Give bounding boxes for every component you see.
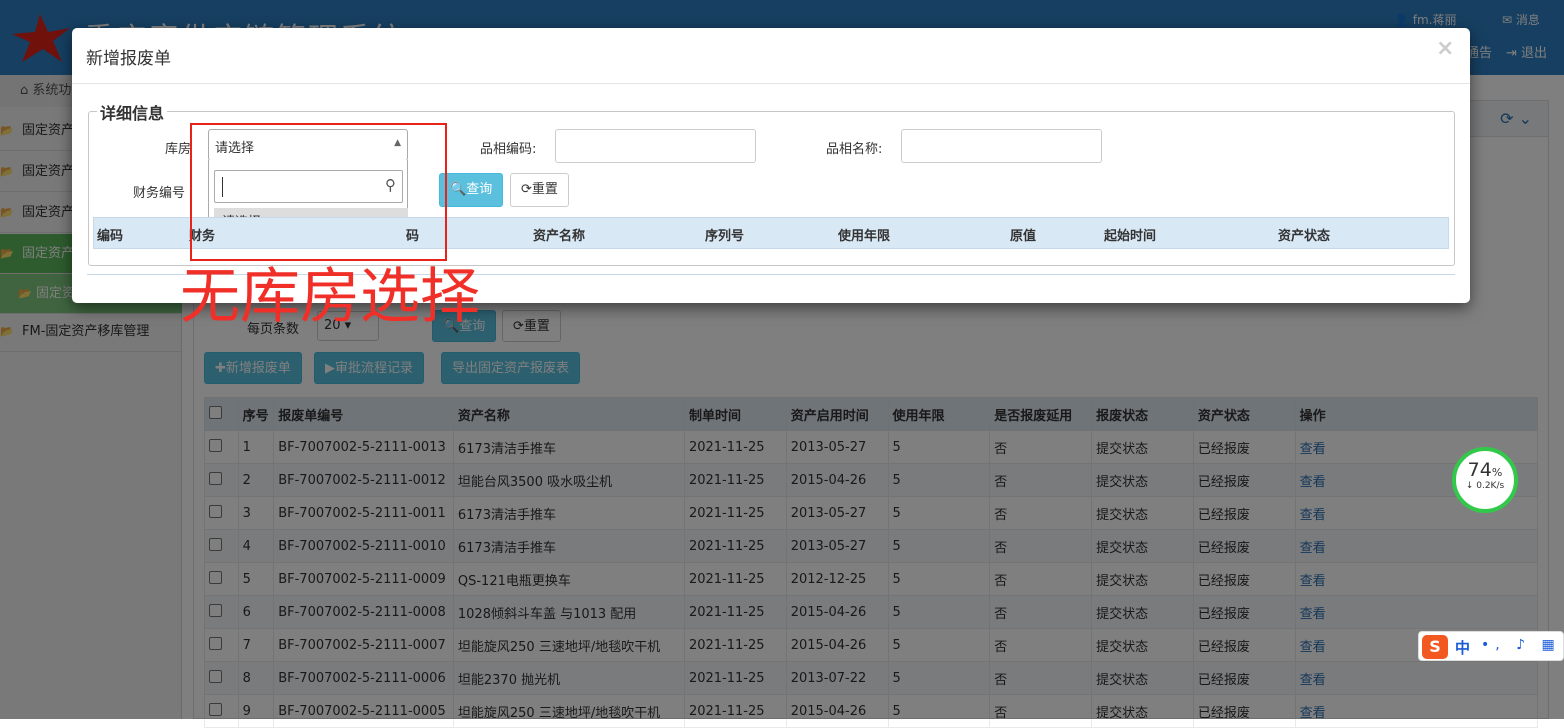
modal-reset-button[interactable]: ⟳重置 [510, 173, 569, 207]
col-serial: 序列号 [705, 229, 745, 244]
annotation-highlight-box [190, 123, 447, 261]
col-code: 编码 [97, 229, 124, 244]
item-code-label: 品相编码: [480, 142, 537, 157]
warehouse-label: 库房 [165, 142, 192, 157]
col-service-life: 使用年限 [838, 229, 891, 244]
modal-title: 新增报废单 [86, 49, 171, 69]
col-asset-name: 资产名称 [533, 229, 586, 244]
arrow-down-icon: ↓ [1465, 481, 1477, 491]
modal-query-button[interactable]: 🔍查询 [439, 173, 504, 207]
annotation-text: 无库房选择 [180, 262, 480, 332]
finance-no-label: 财务编号 [133, 186, 186, 201]
section-title: 详细信息 [97, 100, 168, 124]
ime-mode[interactable]: 中 [1455, 637, 1470, 658]
item-name-input[interactable] [901, 129, 1102, 163]
network-speed-widget[interactable]: 74% ↓ 0.2K/s [1452, 447, 1518, 513]
col-asset-status: 资产状态 [1278, 229, 1331, 244]
ime-tools[interactable]: •, ♪ ▦ ✦ [1481, 637, 1564, 653]
close-icon[interactable]: × [1436, 36, 1454, 61]
search-icon: 🔍 [450, 182, 467, 197]
ime-toolbar[interactable]: S 中 •, ♪ ▦ ✦ [1418, 631, 1564, 661]
item-code-input[interactable] [555, 129, 756, 163]
col-start-time: 起始时间 [1104, 229, 1157, 244]
modal-divider [72, 83, 1470, 84]
item-name-label: 品相名称: [826, 142, 883, 157]
sogou-logo-icon: S [1422, 635, 1448, 659]
refresh-icon: ⟳ [521, 182, 532, 197]
col-original-value: 原值 [1010, 229, 1037, 244]
